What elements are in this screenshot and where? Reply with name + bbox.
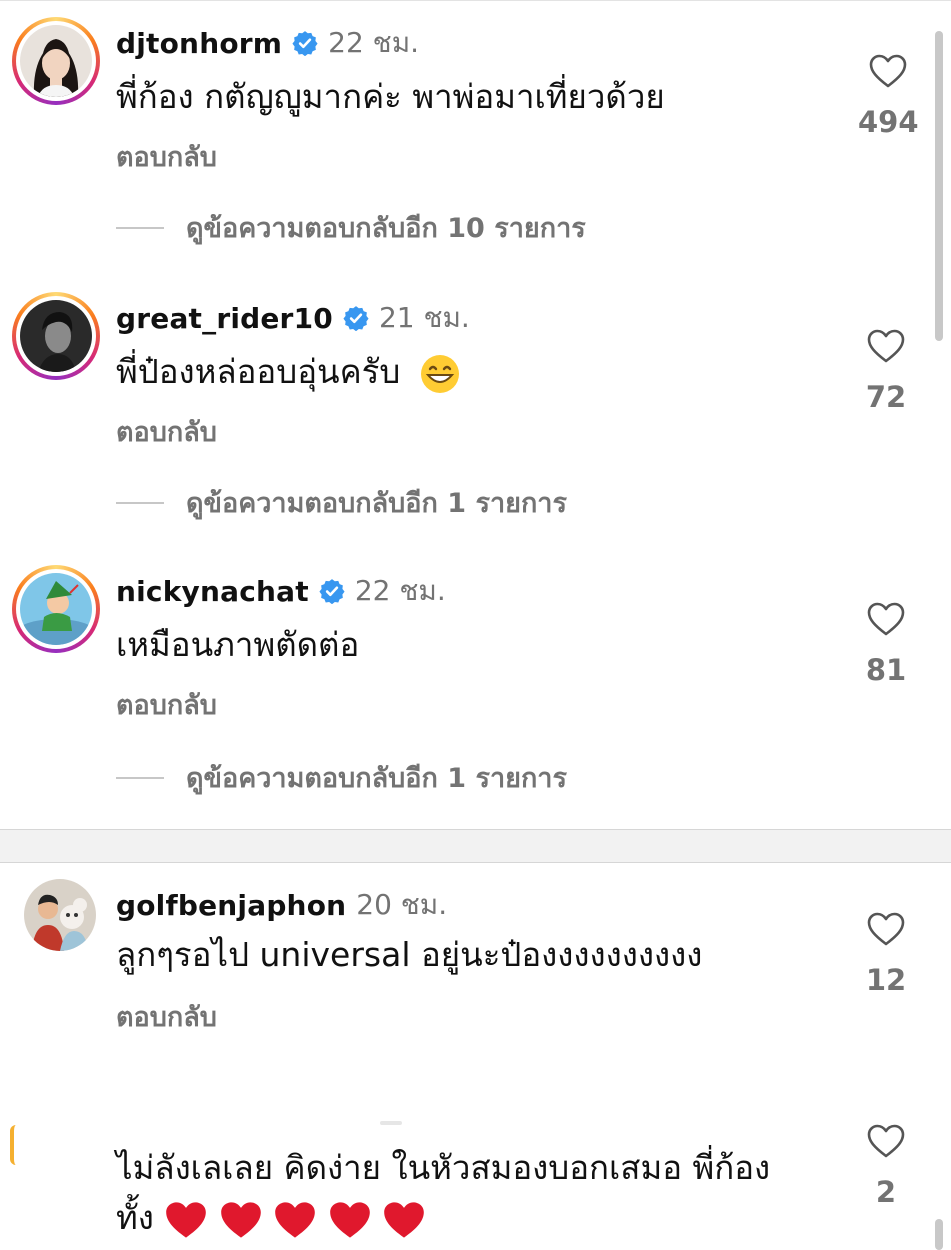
like-count: 2 (875, 1175, 897, 1209)
scrollbar[interactable] (935, 31, 943, 341)
comment-text-line-start: ทั้ง (116, 1198, 154, 1237)
reply-button[interactable]: ตอบกลับ (116, 410, 217, 453)
view-replies-label: ดูข้อความตอบกลับอีก 1 รายการ (186, 488, 567, 519)
comment-time: 20 ชม. (356, 888, 448, 921)
like-button[interactable]: 72 (856, 328, 916, 414)
reply-button[interactable]: ตอบกลับ (116, 135, 217, 178)
heart-outline-icon (867, 602, 905, 636)
divider-line (116, 776, 164, 779)
verified-badge-icon (319, 579, 345, 604)
verified-badge-icon (343, 306, 369, 331)
avatar[interactable] (12, 292, 100, 380)
comments-panel: djtonhorm 22 ชม. พี่ก้อง กตัญญูมากค่ะ พา… (0, 0, 951, 830)
view-replies-button[interactable]: ดูข้อความตอบกลับอีก 1 รายการ (116, 756, 567, 799)
view-replies-label: ดูข้อความตอบกลับอีก 1 รายการ (186, 763, 567, 794)
view-replies-button[interactable]: ดูข้อความตอบกลับอีก 10 รายการ (116, 206, 586, 249)
username-placeholder (380, 1121, 402, 1125)
comment-username[interactable]: nickynachat (116, 575, 309, 608)
verified-badge-icon (292, 31, 318, 56)
comment-text: เหมือนภาพตัดต่อ (116, 625, 360, 664)
like-button[interactable]: 2 (856, 1123, 916, 1209)
like-button[interactable]: 12 (856, 911, 916, 997)
comment-text-line: ทั้ง (116, 1193, 770, 1243)
comment-text: พี่ป๋องหล่ออบอุ่นครับ (116, 346, 461, 398)
comment-text: ไม่ลังเลเลย คิดง่าย ในหัวสมองบอกเสมอ พี่… (116, 1143, 770, 1243)
grinning-face-icon (420, 354, 459, 393)
comment-username[interactable]: great_rider10 (116, 302, 333, 335)
hearts-group (164, 1198, 426, 1238)
avatar-ring-partial (10, 1125, 16, 1165)
comment-time: 22 ชม. (354, 574, 446, 607)
like-button[interactable]: 81 (856, 601, 916, 687)
comment-text: ลูกๆรอไป universal อยู่นะป๋องงงงงงงงงง (116, 935, 703, 974)
comment-username[interactable]: djtonhorm (116, 27, 282, 60)
avatar[interactable] (24, 879, 96, 951)
like-count: 81 (865, 653, 907, 687)
view-replies-button[interactable]: ดูข้อความตอบกลับอีก 1 รายการ (116, 481, 567, 524)
red-heart-icon (166, 1201, 207, 1238)
comments-panel: golfbenjaphon 20 ชม. ลูกๆรอไป universal … (0, 862, 951, 1250)
avatar[interactable] (12, 565, 100, 653)
divider-line (116, 501, 164, 504)
red-heart-icon (384, 1201, 425, 1238)
like-count: 12 (865, 963, 907, 997)
comment-text-line: ไม่ลังเลเลย คิดง่าย ในหัวสมองบอกเสมอ พี่… (116, 1148, 771, 1187)
comment-time: 22 ชม. (328, 26, 420, 59)
heart-outline-icon (867, 1124, 905, 1158)
divider-line (116, 226, 164, 229)
heart-outline-icon (869, 54, 907, 88)
heart-outline-icon (867, 912, 905, 946)
red-heart-icon (221, 1201, 261, 1238)
like-count: 72 (865, 380, 907, 414)
avatar[interactable] (12, 17, 100, 105)
comment-text-body: พี่ป๋องหล่ออบอุ่นครับ (116, 352, 401, 391)
comment-username[interactable]: golfbenjaphon (116, 889, 346, 922)
scrollbar[interactable] (935, 1219, 943, 1250)
comment-time: 21 ชม. (378, 301, 470, 334)
comment-text: พี่ก้อง กตัญญูมากค่ะ พาพ่อมาเที่ยวด้วย (116, 77, 665, 116)
red-heart-icon (275, 1201, 316, 1238)
view-replies-label: ดูข้อความตอบกลับอีก 10 รายการ (186, 213, 586, 244)
reply-button[interactable]: ตอบกลับ (116, 995, 217, 1038)
like-count: 494 (858, 105, 919, 139)
reply-button[interactable]: ตอบกลับ (116, 683, 217, 726)
section-gap (0, 830, 951, 862)
like-button[interactable]: 494 (858, 53, 919, 139)
red-heart-icon (330, 1201, 370, 1238)
heart-outline-icon (867, 329, 905, 363)
